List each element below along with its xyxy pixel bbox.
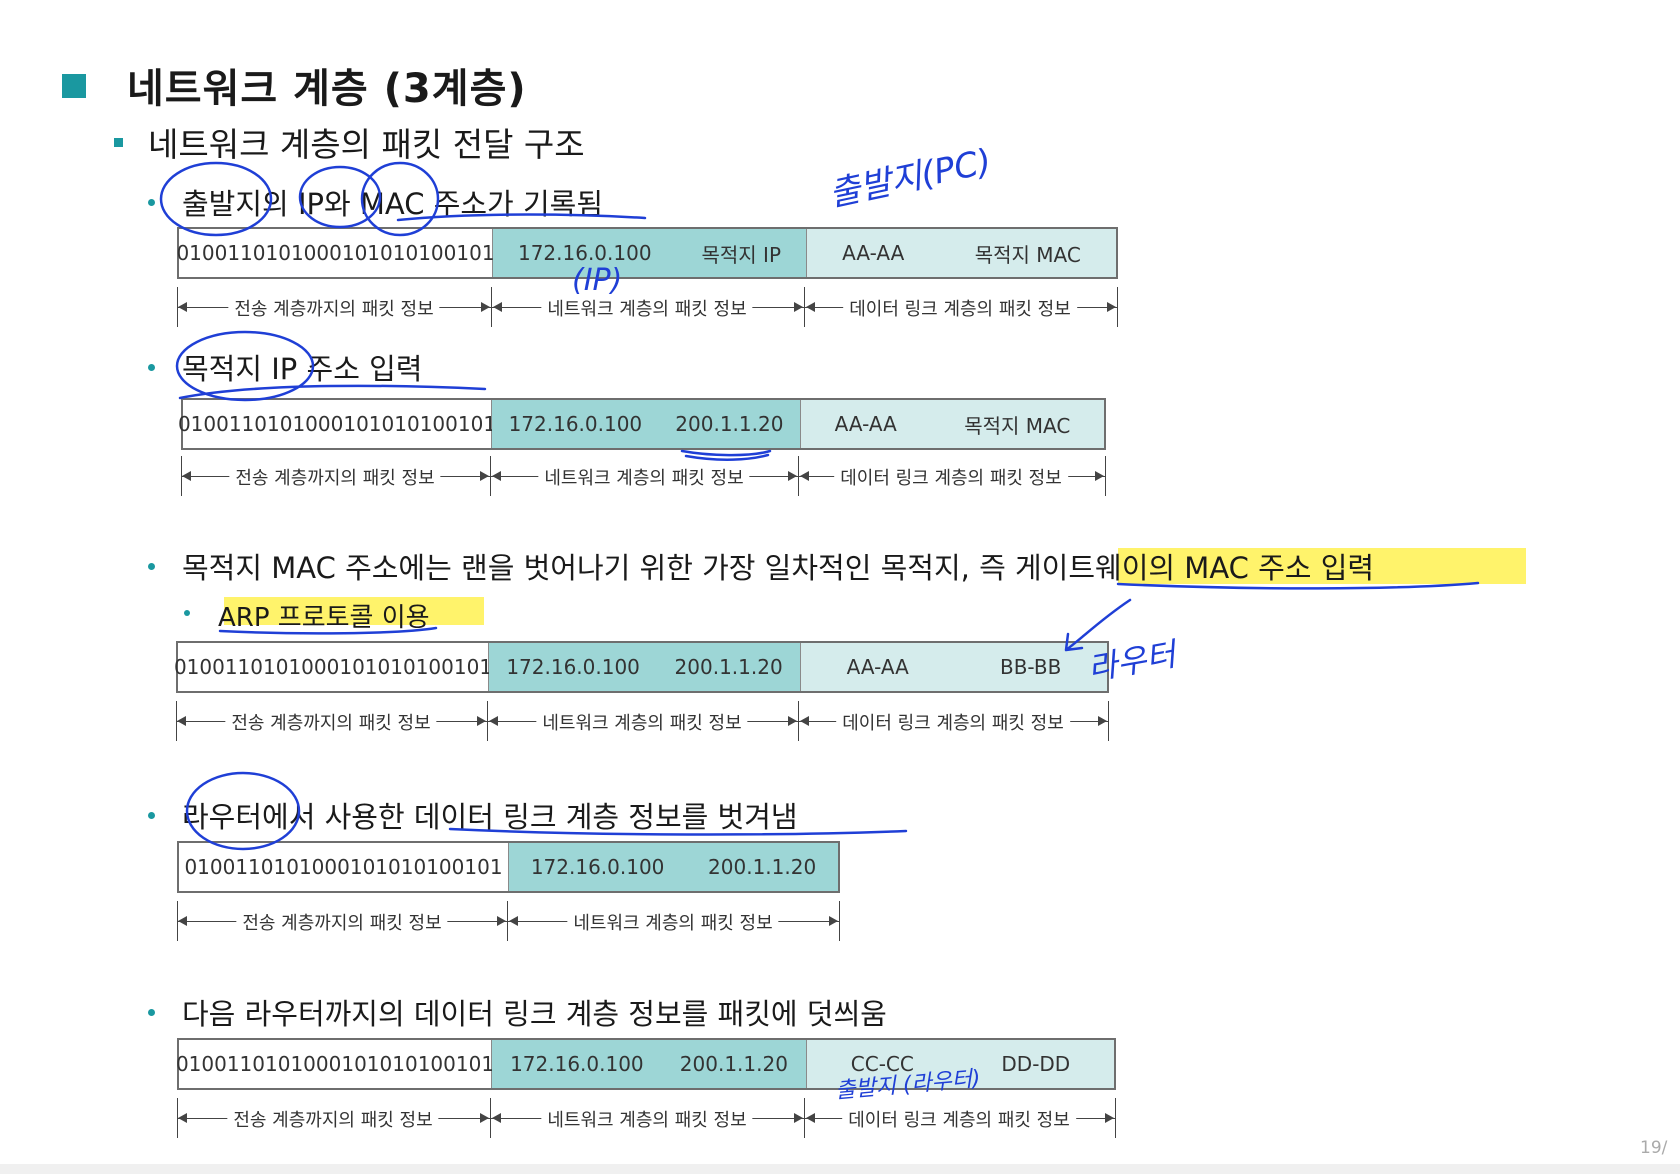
source-ip: 172.16.0.100 — [530, 855, 665, 879]
layer-dimension-2: 전송 계층까지의 패킷 정보 네트워크 계층의 패킷 정보 데이터 링크 계층의… — [181, 456, 1106, 496]
bullet-dot-icon — [148, 364, 155, 371]
bullet-dot-icon — [148, 1009, 155, 1016]
source-mac: CC-CC — [850, 1052, 914, 1076]
source-ip: 172.16.0.100 — [506, 655, 640, 679]
sub-bullet-dot-icon — [184, 610, 190, 616]
packet-diagram-4: 0100110101000101010100101 172.16.0.100 2… — [177, 841, 840, 893]
transport-data: 0100110101000101010100101 — [179, 843, 509, 891]
bottom-bar — [0, 1164, 1680, 1174]
layer-dimension-5: 전송 계층까지의 패킷 정보 네트워크 계층의 패킷 정보 데이터 링크 계층의… — [177, 1098, 1116, 1138]
label-datalink: 데이터 링크 계층의 패킷 정보 — [836, 709, 1070, 735]
label-network: 네트워크 계층의 패킷 정보 — [541, 1106, 753, 1132]
label-transport: 전송 계층까지의 패킷 정보 — [228, 295, 440, 321]
source-ip: 172.16.0.100 — [517, 241, 652, 265]
layer-dimension-1: 전송 계층까지의 패킷 정보 네트워크 계층의 패킷 정보 데이터 링크 계층의… — [177, 287, 1118, 327]
network-header: 172.16.0.100 200.1.1.20 — [492, 1040, 806, 1088]
label-transport: 전송 계층까지의 패킷 정보 — [225, 709, 437, 735]
transport-data: 010011010100010101010010​1 — [178, 400, 496, 448]
network-header: 172.16.0.100 목적지 IP — [493, 229, 806, 277]
label-network: 네트워크 계층의 패킷 정보 — [538, 464, 750, 490]
bullet-overlay-datalink: 다음 라우터까지의 데이터 링크 계층 정보를 패킷에 덧씌움 — [182, 997, 887, 1031]
label-network: 네트워크 계층의 패킷 정보 — [536, 709, 748, 735]
source-ip: 172.16.0.100 — [508, 412, 643, 436]
bullet-destination-ip: 목적지 IP 주소 입력 — [182, 352, 423, 386]
transport-data: 0100110101000101010100101 — [174, 643, 492, 691]
subtitle-bullet-icon — [114, 138, 123, 147]
title-bullet-icon — [62, 74, 86, 98]
label-datalink: 데이터 링크 계층의 패킷 정보 — [842, 1106, 1076, 1132]
label-network: 네트워크 계층의 패킷 정보 — [567, 909, 779, 935]
bullet-gateway-mac: 목적지 MAC 주소에는 랜을 벗어나기 위한 가장 일차적인 목적지, 즉 게… — [182, 551, 1375, 585]
destination-mac: 목적지 MAC — [974, 242, 1081, 267]
packet-diagram-5: 0100110101000101010100101 172.16.0.100 2… — [176, 1038, 1116, 1090]
sub-bullet-arp: ARP 프로토콜 이용 — [218, 603, 430, 633]
bullet-strip-datalink: 라우터에서 사용한 데이터 링크 계층 정보를 벗겨냄 — [182, 800, 798, 834]
label-transport: 전송 계층까지의 패킷 정보 — [236, 909, 448, 935]
packet-diagram-2: 010011010100010101010010​1 172.16.0.100 … — [178, 398, 1106, 450]
destination-ip: 200.1.1.20 — [674, 655, 783, 679]
destination-mac: DD-DD — [1001, 1052, 1071, 1076]
datalink-header: AA-AA BB-BB — [800, 643, 1107, 691]
destination-ip: 200.1.1.20 — [679, 1052, 788, 1076]
section-subtitle: 네트워크 계층의 패킷 전달 구조 — [148, 125, 585, 164]
network-header: 172.16.0.100 200.1.1.20 — [489, 643, 800, 691]
label-transport: 전송 계층까지의 패킷 정보 — [227, 1106, 439, 1132]
network-header: 172.16.0.100 200.1.1.20 — [509, 843, 838, 891]
label-transport: 전송 계층까지의 패킷 정보 — [229, 464, 441, 490]
page-number: 19/ — [1640, 1138, 1668, 1158]
source-mac: AA-AA — [846, 655, 909, 679]
transport-data: 0100110101000101010100101 — [176, 1040, 494, 1088]
datalink-header: CC-CC DD-DD — [806, 1040, 1114, 1088]
destination-mac: 목적지 MAC — [964, 413, 1071, 438]
destination-mac: BB-BB — [999, 655, 1062, 679]
bullet-dot-icon — [148, 812, 155, 819]
source-ip: 172.16.0.100 — [510, 1052, 644, 1076]
label-network: 네트워크 계층의 패킷 정보 — [541, 295, 753, 321]
packet-diagram-3: 0100110101000101010100101 172.16.0.100 2… — [174, 641, 1109, 693]
page-title: 네트워크 계층 (3계층) — [127, 66, 527, 112]
source-mac: AA-AA — [834, 412, 897, 436]
datalink-header: AA-AA 목적지 MAC — [800, 400, 1104, 448]
destination-ip: 200.1.1.20 — [708, 855, 817, 879]
source-mac: AA-AA — [842, 241, 905, 265]
layer-dimension-4: 전송 계층까지의 패킷 정보 네트워크 계층의 패킷 정보 — [177, 901, 840, 941]
bullet-dot-icon — [148, 199, 155, 206]
label-datalink: 데이터 링크 계층의 패킷 정보 — [843, 295, 1077, 321]
destination-ip: 목적지 IP — [701, 242, 782, 267]
transport-data: 01001101010001010101001​01 — [176, 229, 495, 277]
bullet-dot-icon — [148, 563, 155, 570]
label-datalink: 데이터 링크 계층의 패킷 정보 — [834, 464, 1068, 490]
network-header: 172.16.0.100 200.1.1.20 — [492, 400, 800, 448]
bullet-source-recorded: 출발지의 IP와 MAC 주소가 기록됨 — [182, 187, 603, 221]
destination-ip: 200.1.1.20 — [675, 412, 784, 436]
packet-diagram-1: 01001101010001010101001​01 172.16.0.100 … — [176, 227, 1118, 279]
datalink-header: AA-AA 목적지 MAC — [806, 229, 1116, 277]
annotation-source-pc: 출발지(PC) — [826, 141, 995, 214]
layer-dimension-3: 전송 계층까지의 패킷 정보 네트워크 계층의 패킷 정보 데이터 링크 계층의… — [176, 701, 1109, 741]
